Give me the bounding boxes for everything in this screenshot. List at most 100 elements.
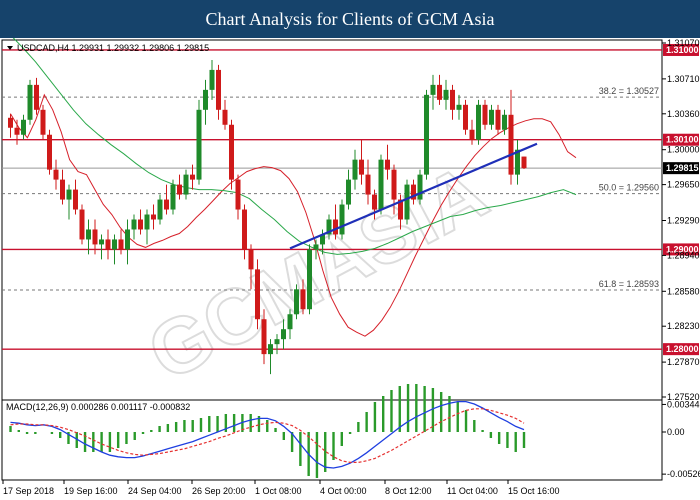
candle [27, 79, 33, 125]
candle-body [8, 117, 13, 128]
candle [294, 284, 299, 320]
candle-body [118, 239, 124, 250]
candle-body [372, 194, 377, 210]
candle-body [164, 199, 169, 210]
candle [417, 169, 423, 205]
candle-body [424, 94, 429, 175]
candle [404, 179, 410, 225]
time-tick-label: 19 Sep 16:00 [64, 486, 118, 496]
time-tick-label: 24 Sep 04:00 [128, 486, 182, 496]
candle-body [222, 109, 228, 125]
candle-body [79, 209, 85, 240]
candle-body [47, 134, 52, 170]
candle-body [261, 319, 267, 355]
candle-body [482, 104, 488, 125]
candle-body [307, 249, 312, 310]
candle-body [177, 184, 182, 195]
candle-body [476, 104, 481, 140]
level-tag-label: 1.30100 [666, 135, 699, 145]
macd-header: MACD(12,26,9) 0.000286 0.001117 -0.00083… [6, 402, 190, 412]
candle-body [112, 239, 117, 250]
macd-tick-label: 0.003446 [667, 399, 700, 409]
candle [476, 99, 481, 145]
candle-body [346, 179, 351, 205]
candle-body [99, 239, 104, 245]
candle-body [53, 169, 59, 180]
candle-body [378, 159, 384, 210]
candle-body [183, 174, 189, 195]
candle-body [268, 344, 273, 355]
candle-body [508, 114, 514, 175]
time-tick-label: 17 Sep 2018 [3, 486, 54, 496]
candle-body [242, 209, 247, 250]
candle [229, 119, 234, 190]
candle-body [359, 159, 364, 175]
candle-body [365, 174, 371, 195]
candle-body [456, 104, 462, 110]
candle-body [73, 189, 78, 210]
time-tick-label: 15 Oct 16:00 [508, 486, 560, 496]
candle [339, 199, 345, 240]
candle-body [287, 314, 293, 330]
price-tick-label: 1.29650 [667, 180, 700, 190]
chart-banner: Chart Analysis for Clients of GCM Asia [0, 0, 700, 38]
candle [47, 129, 52, 175]
candle-body [469, 129, 475, 140]
candle-body [333, 219, 338, 235]
candle [40, 104, 46, 140]
fib-label: 50.0 = 1.29560 [599, 183, 659, 193]
chart-frame: GCMASIA 1.31000 1.30100 1.29000 1.28000 1.29… [0, 38, 700, 500]
trading-chart[interactable]: GCMASIA 1.310001.301001.290001.280001.29… [0, 38, 700, 500]
candle-body [157, 199, 163, 220]
candle-body [105, 239, 111, 250]
candle-body [352, 159, 358, 180]
candle-body [151, 214, 156, 220]
candle-body [125, 229, 130, 250]
level-tag-label: 1.28000 [666, 344, 699, 354]
time-tick-label: 8 Oct 12:00 [385, 486, 432, 496]
candle-body [131, 219, 137, 230]
price-tick-label: 1.30710 [667, 74, 700, 84]
candle-body [14, 127, 20, 135]
candle [170, 179, 176, 215]
candle-body [40, 109, 46, 135]
candle [307, 244, 312, 315]
candle-body [34, 84, 39, 110]
candle-body [190, 174, 195, 180]
candle-body [27, 84, 33, 120]
candle-body [281, 329, 286, 340]
candle-body [235, 179, 241, 210]
price-tick-label: 1.30360 [667, 109, 700, 119]
price-tick-label: 1.31070 [667, 38, 700, 48]
candle-body [229, 124, 234, 180]
candle-body [404, 184, 410, 220]
price-tick-label: 1.27870 [667, 357, 700, 367]
candle-body [209, 69, 215, 90]
candle-body [430, 84, 436, 95]
price-tick-label: 1.28580 [667, 286, 700, 296]
candle-body [294, 289, 299, 315]
candle [463, 99, 468, 135]
candle-body [203, 89, 208, 110]
candle-body [502, 114, 507, 130]
candle-body [463, 104, 468, 130]
candle-body [248, 249, 254, 270]
macd-tick-label: -0.005267 [667, 469, 700, 479]
last-price-label: 1.29815 [666, 163, 699, 173]
candle-body [196, 109, 202, 180]
candle-body [495, 109, 501, 130]
macd-tick-label: 0.00 [667, 427, 685, 437]
candle-body [521, 156, 527, 169]
candle [196, 99, 202, 185]
candle-body [274, 339, 280, 345]
candle [521, 156, 527, 170]
candle-body [437, 84, 442, 100]
price-tick-label: 1.30000 [667, 145, 700, 155]
candle-body [144, 214, 150, 230]
candle-body [138, 219, 143, 230]
price-tick-label: 1.28230 [667, 321, 700, 331]
fib-label: 38.2 = 1.30527 [599, 86, 659, 96]
candle-body [21, 119, 26, 135]
candle-body [417, 174, 423, 200]
candle-body [60, 179, 65, 200]
